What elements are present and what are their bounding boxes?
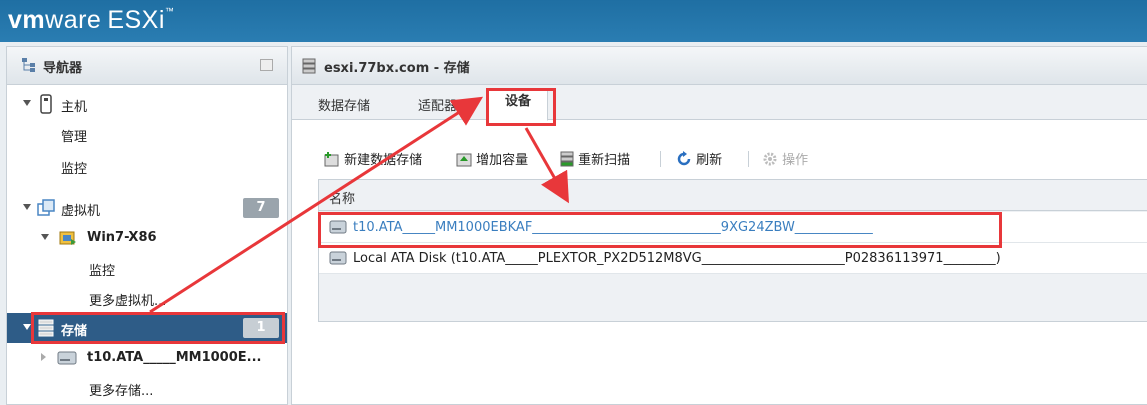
refresh-button[interactable]: 刷新 (676, 149, 722, 168)
nav-label-vm-win7: Win7-X86 (87, 230, 157, 245)
vmware-esxi-logo: vmware ESXi™ (8, 6, 175, 34)
chevron-down-icon[interactable] (23, 100, 31, 106)
nav-item-manage[interactable]: 管理 (7, 119, 287, 149)
column-header-name[interactable]: 名称 (329, 188, 355, 207)
increase-capacity-icon (456, 153, 472, 167)
nav-label-monitor: 监控 (61, 162, 88, 177)
toolbar-separator (660, 151, 661, 167)
rescan-icon (560, 151, 574, 167)
highlight-devices-tab (486, 88, 556, 126)
nav-item-more-vms[interactable]: 更多虚拟机... (7, 283, 287, 313)
toolbar: 新建数据存储 增加容量 重新扫描 刷新 操作 (292, 147, 1147, 171)
vm-icon (37, 199, 55, 216)
navigator-panel: 导航器 主机 管理 监控 虚拟机 7 Win7-X86 监控 更多虚拟机... … (6, 46, 288, 405)
top-bar: vmware ESXi™ (0, 0, 1147, 42)
chevron-down-icon[interactable] (23, 324, 31, 330)
nav-label-more-vms: 更多虚拟机... (89, 294, 167, 309)
chevron-down-icon[interactable] (41, 234, 49, 240)
rescan-button[interactable]: 重新扫描 (560, 149, 630, 168)
nav-label-vms: 虚拟机 (61, 204, 101, 219)
collapse-panel-icon[interactable] (260, 59, 273, 71)
nav-label-vm-monitor: 监控 (89, 264, 116, 279)
nav-item-vm-win7[interactable]: Win7-X86 (7, 223, 287, 253)
nav-item-vm-monitor[interactable]: 监控 (7, 253, 287, 283)
chevron-down-icon[interactable] (23, 204, 31, 210)
navigator-header: 导航器 (7, 47, 287, 85)
devices-table: 名称 t10.ATA_____MM1000EBKAF______________… (318, 179, 1147, 322)
nav-item-host[interactable]: 主机 (7, 89, 287, 119)
device-name[interactable]: Local ATA Disk (t10.ATA_____PLEXTOR_PX2D… (353, 251, 1001, 266)
table-header: 名称 (319, 180, 1147, 211)
actions-button[interactable]: 操作 (762, 149, 808, 168)
nav-item-vms[interactable]: 虚拟机 7 (7, 193, 287, 223)
increase-capacity-button[interactable]: 增加容量 (456, 149, 528, 168)
refresh-icon (677, 151, 691, 166)
new-datastore-button[interactable]: 新建数据存储 (324, 149, 422, 168)
disk-icon (329, 251, 347, 265)
nav-label-more-storage: 更多存储... (89, 384, 154, 399)
tab-adapters[interactable]: 适配器 (418, 95, 457, 114)
new-datastore-icon (324, 152, 339, 167)
nav-label-manage: 管理 (61, 130, 88, 145)
gear-icon (763, 152, 777, 166)
vm-count-badge: 7 (243, 198, 279, 218)
disk-icon (57, 351, 77, 365)
storage-icon (302, 58, 316, 74)
nav-item-more-storage[interactable]: 更多存储... (7, 373, 287, 403)
navigator-title: 导航器 (43, 61, 83, 76)
chevron-right-icon[interactable] (41, 353, 46, 361)
navigator-icon (22, 58, 35, 72)
nav-label-host: 主机 (61, 100, 88, 115)
nav-item-host-monitor[interactable]: 监控 (7, 151, 287, 181)
page-title: esxi.77bx.com - 存储 (324, 61, 470, 76)
host-icon (40, 94, 52, 114)
tab-bar: 数据存储 适配器 设备 (292, 85, 1147, 121)
vm-running-icon (59, 231, 76, 245)
highlight-storage (31, 312, 285, 344)
nav-label-storage-device: t10.ATA_____MM1000E... (87, 350, 262, 365)
highlight-device-row (318, 212, 1002, 248)
main-header: esxi.77bx.com - 存储 (292, 47, 1147, 85)
tab-datastores[interactable]: 数据存储 (318, 95, 370, 114)
toolbar-separator (748, 151, 749, 167)
nav-item-storage-device[interactable]: t10.ATA_____MM1000E... (7, 343, 287, 373)
